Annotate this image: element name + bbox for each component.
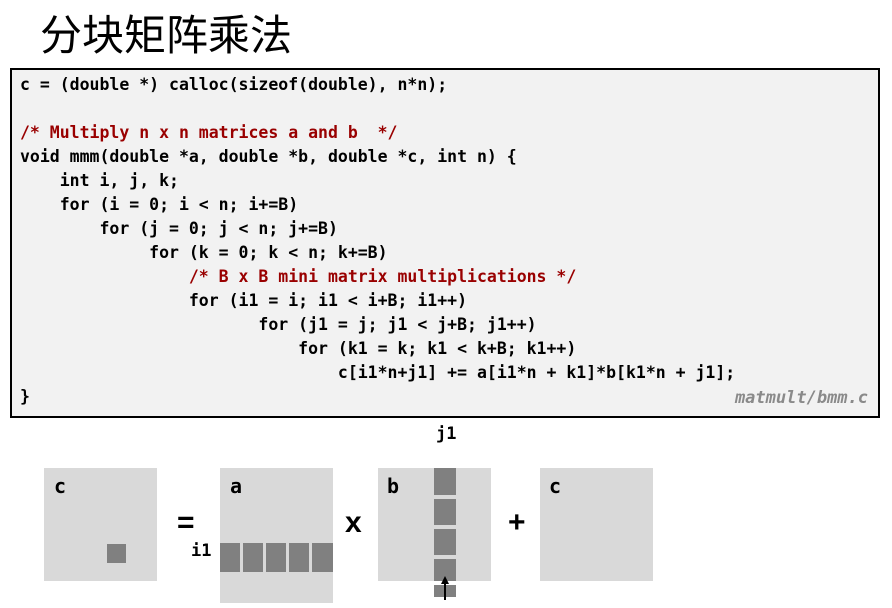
- arrow-up-icon: [441, 576, 449, 600]
- code-comment-line: /* Multiply n x n matrices a and b */: [20, 123, 398, 142]
- plus-sign: +: [508, 506, 526, 539]
- b-column-block: [434, 499, 456, 525]
- b-column-block: [434, 529, 456, 555]
- a-row-block: [312, 543, 333, 572]
- matrix-a: a: [220, 468, 333, 603]
- b-column-block: [434, 468, 456, 495]
- c-element-block: [107, 544, 126, 563]
- code-line-11: for (j1 = j; j1 < j+B; j1++): [20, 315, 537, 334]
- a-row-block: [220, 543, 240, 572]
- matrix-c-left: c: [44, 468, 157, 581]
- equals-sign: =: [177, 506, 195, 539]
- code-line-7: for (j = 0; j < n; j+=B): [20, 219, 338, 238]
- j1-label: j1: [436, 424, 457, 444]
- i1-label: i1: [191, 541, 212, 561]
- code-line-1: c = (double *) calloc(sizeof(double), n*…: [20, 75, 448, 94]
- matrix-b-label: b: [387, 474, 400, 498]
- code-block: c = (double *) calloc(sizeof(double), n*…: [10, 68, 880, 418]
- a-row-block: [289, 543, 309, 572]
- code-line-4: void mmm(double *a, double *b, double *c…: [20, 147, 517, 166]
- code-line-6: for (i = 0; i < n; i+=B): [20, 195, 299, 214]
- a-row-block: [243, 543, 263, 572]
- matrix-c-right: c: [540, 468, 653, 581]
- a-row-block: [266, 543, 286, 572]
- block-multiplication-diagram: j1 c = i1 a x b + c: [0, 418, 892, 608]
- matrix-c-left-label: c: [54, 474, 67, 498]
- matrix-c-right-label: c: [549, 474, 562, 498]
- code-line-12: for (k1 = k; k1 < k+B; k1++): [20, 339, 577, 358]
- matrix-b: b: [378, 468, 491, 581]
- code-comment-line-2: /* B x B mini matrix multiplications */: [20, 267, 577, 286]
- source-filename: matmult/bmm.c: [734, 388, 868, 408]
- times-sign: x: [345, 506, 362, 539]
- code-line-13: c[i1*n+j1] += a[i1*n + k1]*b[k1*n + j1];: [20, 363, 736, 382]
- page-title: 分块矩阵乘法: [40, 11, 293, 60]
- code-line-8: for (k = 0; k < n; k+=B): [20, 243, 388, 262]
- code-line-14: }: [20, 387, 30, 406]
- code-line-10: for (i1 = i; i1 < i+B; i1++): [20, 291, 468, 310]
- code-line-5: int i, j, k;: [20, 171, 179, 190]
- matrix-a-label: a: [230, 474, 243, 498]
